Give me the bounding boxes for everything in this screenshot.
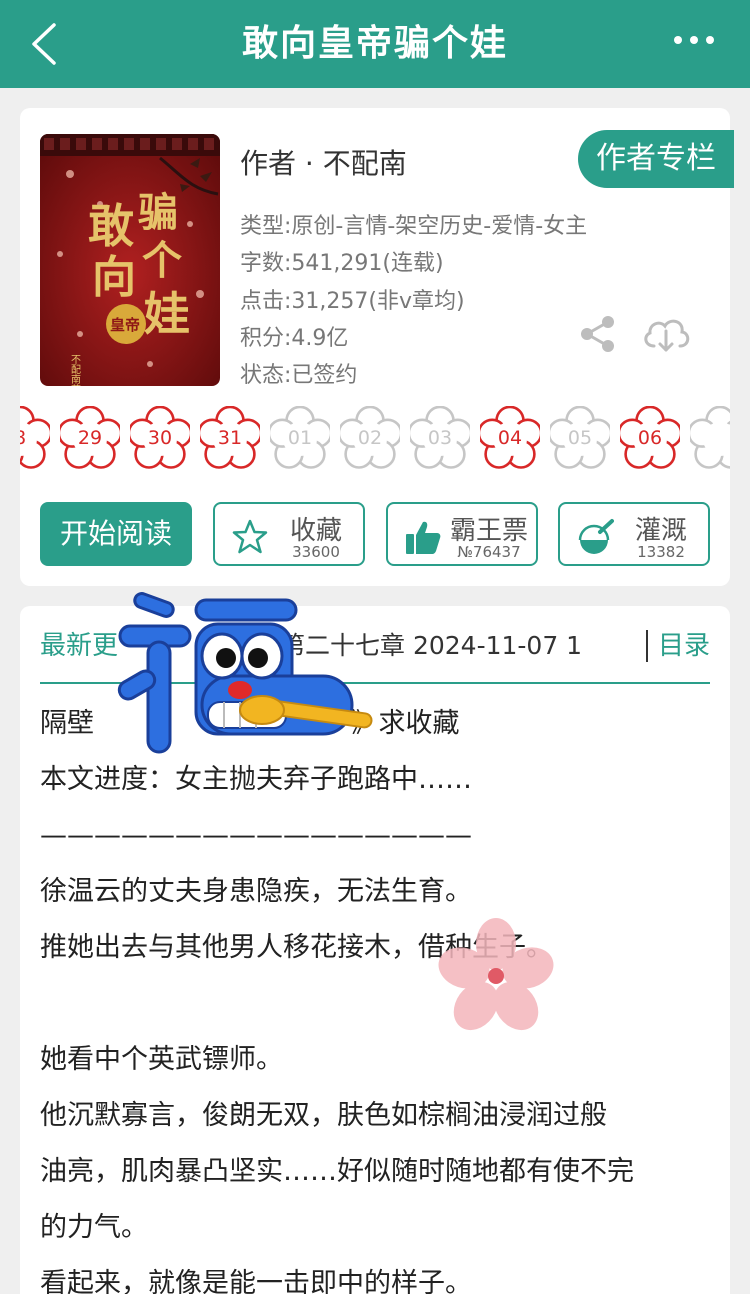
update-day-number: 29	[77, 427, 103, 449]
intro-line: 的力气。	[40, 1212, 148, 1243]
share-icon[interactable]	[578, 314, 618, 354]
water-label: 灌溉	[634, 516, 687, 546]
update-day-number: 30	[147, 427, 173, 449]
update-day: 06	[620, 406, 680, 470]
water-button[interactable]: 灌溉 13382	[558, 502, 710, 566]
cover-char-5: 个	[142, 237, 182, 284]
update-day-number: 8	[20, 406, 50, 470]
fortune-sticker	[117, 592, 373, 754]
book-points: 积分:4.9亿	[240, 326, 349, 351]
water-count: 13382	[637, 543, 685, 561]
update-day-number: 06	[637, 427, 663, 449]
intro-line: 徐温云的丈夫身患隐疾，无法生育。	[40, 876, 472, 907]
intro-line: 看起来，就像是能一击即中的样子。	[40, 1268, 472, 1294]
cover-char-1: 敢	[88, 199, 134, 253]
top-bar: 敢向皇帝骗个娃	[0, 0, 750, 88]
ticket-button[interactable]: 霸王票 №76437	[386, 502, 538, 566]
collect-label: 收藏	[289, 516, 342, 546]
star-icon	[232, 519, 268, 554]
update-day-number	[690, 406, 730, 470]
divider	[646, 630, 648, 662]
author-name[interactable]: 作者 · 不配南	[240, 142, 407, 182]
update-day: 01	[270, 406, 330, 470]
update-day: 02	[340, 406, 400, 470]
update-calendar: 8 29 30 31 01 02 03 04 05 06	[20, 406, 730, 470]
update-day-number: 03	[427, 427, 453, 449]
update-day-number: 01	[287, 427, 313, 449]
update-day: 04	[480, 406, 540, 470]
update-day: 05	[550, 406, 610, 470]
intro-line: ————————————————	[40, 820, 472, 851]
page-title: 敢向皇帝骗个娃	[241, 23, 508, 64]
collect-button[interactable]: 收藏 33600	[213, 502, 365, 566]
update-day: 29	[60, 406, 120, 470]
intro-line	[40, 976, 710, 1032]
cover-char-6: 娃	[144, 287, 190, 341]
intro-line: 他沉默寡言，俊朗无双，肤色如棕榈油浸润过般	[40, 1100, 607, 1131]
book-clicks: 点击:31,257(非v章均)	[240, 289, 465, 314]
cover-char-4: 骗	[138, 189, 178, 236]
update-day-number: 31	[217, 427, 243, 449]
cloud-download-icon[interactable]	[640, 314, 692, 354]
update-day	[690, 406, 730, 470]
thumbs-up-icon	[406, 521, 441, 554]
cover-seal-text: 皇帝	[110, 316, 140, 334]
author-column-button[interactable]: 作者专栏	[578, 130, 734, 188]
update-day-number: 05	[567, 427, 593, 449]
ticket-label: 霸王票	[449, 516, 528, 546]
update-day: 30	[130, 406, 190, 470]
cover-author: 不配南著	[69, 354, 81, 386]
ticket-count: №76437	[457, 543, 521, 561]
intro-line: 推她出去与其他男人移花接木，借种生子。	[40, 932, 553, 963]
book-info-card: 敢 骗 向 个 娃 皇帝 不配南著 作者 · 不配南 作者专栏 类型:原创-言情…	[20, 108, 734, 586]
start-reading-button[interactable]: 开始阅读	[40, 502, 192, 566]
book-cover[interactable]: 敢 骗 向 个 娃 皇帝 不配南著	[40, 134, 220, 386]
book-status: 状态:已签约	[240, 363, 358, 388]
book-intro: 隔壁 》求收藏 本文进度：女主抛夫弃子跑路中…… ———————————————…	[40, 696, 710, 1294]
update-day: 8	[20, 406, 50, 470]
intro-line: 油亮，肌肉暴凸坚实……好似随时随地都有使不完	[40, 1156, 634, 1187]
update-day: 31	[200, 406, 260, 470]
book-word-count: 字数:541,291(连载)	[240, 251, 444, 276]
update-day: 03	[410, 406, 470, 470]
collect-count: 33600	[292, 543, 340, 561]
intro-line: 她看中个英武镖师。	[40, 1044, 283, 1075]
cover-char-2: 向	[92, 252, 136, 303]
flower-sticker	[438, 918, 554, 1031]
latest-update-label: 最新更	[40, 631, 119, 661]
update-day-number: 02	[357, 427, 383, 449]
more-dots-icon[interactable]	[674, 36, 714, 44]
watering-bottle-icon	[578, 519, 614, 554]
table-of-contents-link[interactable]: 目录	[658, 628, 710, 664]
book-type: 类型:原创-言情-架空历史-爱情-女主	[240, 214, 588, 239]
update-day-number: 04	[497, 427, 523, 449]
